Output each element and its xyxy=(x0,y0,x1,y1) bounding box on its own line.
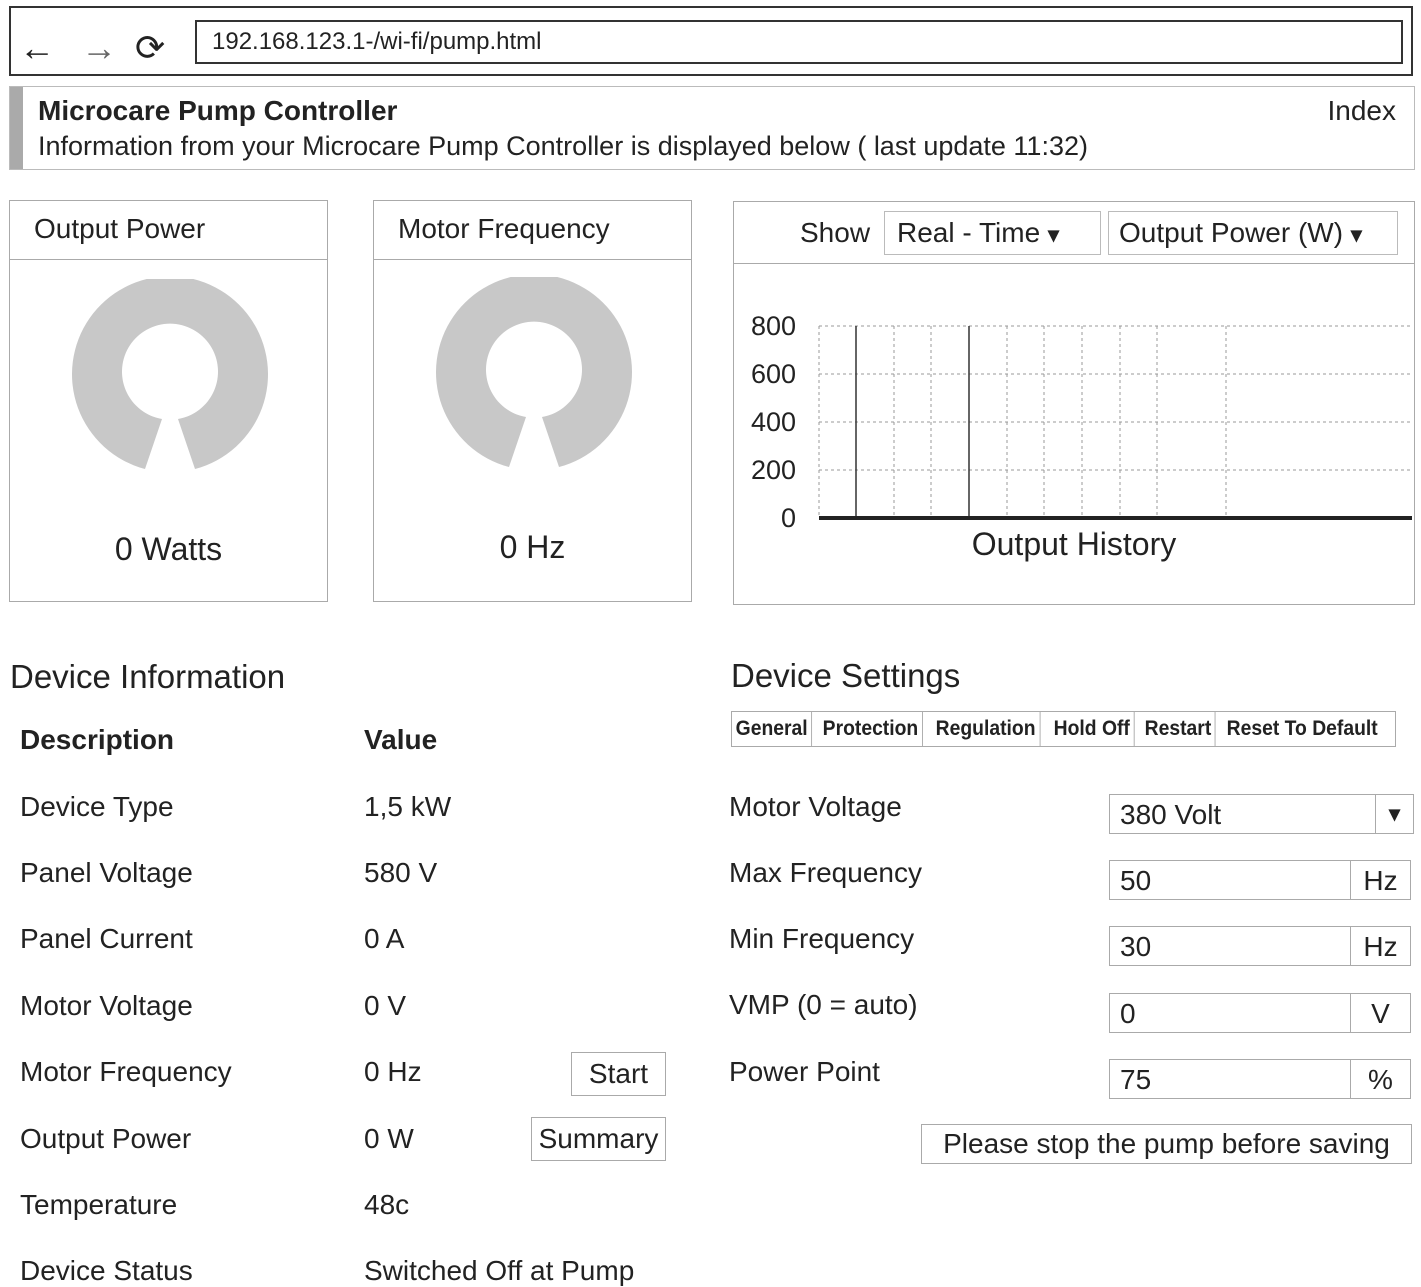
chart-controls: Show Real - Time ▾ Output Power (W) ▾ xyxy=(734,202,1414,264)
output-power-gauge xyxy=(72,279,268,469)
power-point-value: 75 xyxy=(1120,1064,1152,1095)
y-tick-label: 400 xyxy=(751,407,796,437)
address-bar[interactable]: 192.168.123.1-/wi-fi/pump.html xyxy=(195,20,1403,64)
motor-frequency-value: 0 Hz xyxy=(499,529,566,565)
tab-regulation[interactable]: Regulation xyxy=(932,712,1041,746)
min-frequency-unit: Hz xyxy=(1350,927,1410,965)
page-subtitle: Information from your Microcare Pump Con… xyxy=(38,131,1088,161)
min-frequency-input[interactable]: 30 Hz xyxy=(1109,926,1411,966)
y-tick-label: 200 xyxy=(751,455,796,485)
vmp-input[interactable]: 0 V xyxy=(1109,993,1411,1033)
motor-frequency-panel: Motor Frequency 0 Hz xyxy=(373,200,692,602)
metric-select[interactable]: Output Power (W) ▾ xyxy=(1108,211,1398,255)
value-column-header: Value xyxy=(364,724,438,755)
power-point-label: Power Point xyxy=(729,1056,880,1087)
tab-hold-off[interactable]: Hold Off xyxy=(1050,712,1135,746)
chevron-down-icon: ▾ xyxy=(1350,222,1362,247)
app-header: Microcare Pump Controller Information fr… xyxy=(9,86,1415,170)
device-info-value: Switched Off at Pump xyxy=(364,1255,635,1286)
power-point-unit: % xyxy=(1350,1060,1410,1098)
device-info-value: 48c xyxy=(364,1189,410,1220)
max-frequency-value: 50 xyxy=(1120,865,1152,896)
chevron-down-icon: ▾ xyxy=(1375,795,1413,833)
device-info-label: Device Status xyxy=(20,1255,193,1286)
header-accent-bar xyxy=(10,87,23,169)
device-info-label: Motor Frequency xyxy=(20,1056,232,1087)
max-frequency-input[interactable]: 50 Hz xyxy=(1109,860,1411,900)
output-power-panel: Output Power 0 Watts xyxy=(9,200,328,602)
device-info-label: Motor Voltage xyxy=(20,990,193,1021)
browser-toolbar: ← → ⟳ 192.168.123.1-/wi-fi/pump.html xyxy=(9,6,1413,76)
motor-frequency-gauge xyxy=(436,277,632,467)
arrow-left-icon[interactable]: ← xyxy=(19,30,55,66)
motor-voltage-value: 380 Volt xyxy=(1120,799,1222,830)
device-settings-heading: Device Settings xyxy=(731,657,961,694)
device-info-value: 0 Hz xyxy=(364,1056,422,1087)
device-info-value: 580 V xyxy=(364,857,438,888)
power-point-input[interactable]: 75 % xyxy=(1109,1059,1411,1099)
description-column-header: Description xyxy=(20,724,175,755)
y-tick-label: 600 xyxy=(751,359,796,389)
chevron-down-icon: ▾ xyxy=(1047,222,1059,247)
device-info-label: Device Type xyxy=(20,791,174,822)
device-info-label: Temperature xyxy=(20,1189,178,1220)
range-select[interactable]: Real - Time ▾ xyxy=(884,211,1101,255)
tab-reset-to-default[interactable]: Reset To Default xyxy=(1223,712,1381,746)
max-frequency-unit: Hz xyxy=(1350,861,1410,899)
output-history-panel: Show Real - Time ▾ Output Power (W) ▾ 80… xyxy=(733,201,1415,605)
device-info-value: 0 A xyxy=(364,923,405,954)
device-info-value: 0 W xyxy=(364,1123,414,1154)
panel-title: Output Power xyxy=(10,201,327,260)
vmp-label: VMP (0 = auto) xyxy=(729,989,918,1020)
save-button[interactable]: Please stop the pump before saving xyxy=(921,1124,1412,1164)
max-frequency-label: Max Frequency xyxy=(729,857,922,888)
settings-tabs: General Protection Regulation Hold Off R… xyxy=(731,711,1396,747)
show-label: Show xyxy=(800,217,871,248)
device-information-heading: Device Information xyxy=(10,658,286,695)
motor-voltage-label: Motor Voltage xyxy=(729,791,902,822)
output-power-value: 0 Watts xyxy=(114,531,223,567)
vmp-unit: V xyxy=(1350,994,1410,1032)
page-title: Microcare Pump Controller xyxy=(38,95,398,126)
device-info-value: 0 V xyxy=(364,990,407,1021)
min-frequency-label: Min Frequency xyxy=(729,923,915,954)
tab-protection[interactable]: Protection xyxy=(819,712,924,746)
summary-button[interactable]: Summary xyxy=(531,1117,666,1161)
device-info-value: 1,5 kW xyxy=(364,791,452,822)
device-info-label: Panel Voltage xyxy=(20,857,193,888)
range-select-value: Real - Time xyxy=(897,217,1041,248)
tab-restart[interactable]: Restart xyxy=(1141,712,1217,746)
arrow-right-icon[interactable]: → xyxy=(81,30,117,66)
index-link[interactable]: Index xyxy=(1328,95,1397,127)
device-info-label: Panel Current xyxy=(20,923,193,954)
tab-general[interactable]: General xyxy=(732,712,813,746)
start-button[interactable]: Start xyxy=(571,1052,666,1096)
metric-select-value: Output Power (W) xyxy=(1119,217,1344,248)
min-frequency-value: 30 xyxy=(1120,931,1152,962)
chart-x-label: Output History xyxy=(971,526,1177,562)
reload-icon[interactable]: ⟳ xyxy=(135,30,165,66)
vmp-value: 0 xyxy=(1120,998,1136,1029)
panel-title: Motor Frequency xyxy=(374,201,691,260)
device-info-label: Output Power xyxy=(20,1123,192,1154)
motor-voltage-select[interactable]: 380 Volt ▾ xyxy=(1109,794,1414,834)
y-tick-label: 800 xyxy=(751,311,796,341)
